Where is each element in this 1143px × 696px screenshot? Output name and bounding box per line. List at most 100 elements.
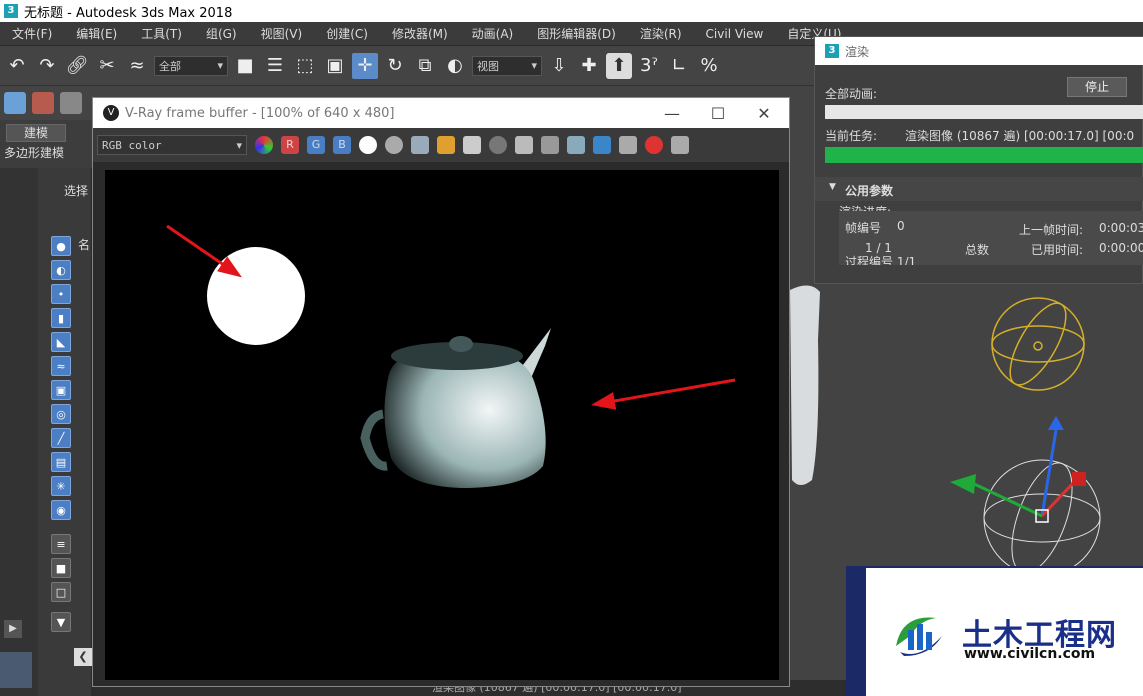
menu-views[interactable]: 视图(V) xyxy=(249,25,315,42)
collapse-arrow-icon[interactable]: ❮ xyxy=(74,648,92,666)
chevron-down-icon: ▾ xyxy=(217,59,223,72)
menu-civil-view[interactable]: Civil View xyxy=(694,27,776,41)
display-geometry-icon[interactable]: ● xyxy=(51,236,71,256)
maximize-icon[interactable]: ☐ xyxy=(695,98,741,128)
color-wheel-icon[interactable] xyxy=(255,136,273,154)
display-containers-icon[interactable]: ▤ xyxy=(51,452,71,472)
rect-selection-icon[interactable]: ⬚ xyxy=(292,53,318,79)
menu-edit[interactable]: 编辑(E) xyxy=(64,25,129,42)
render-setup-icon[interactable] xyxy=(32,92,54,114)
save-image-icon[interactable] xyxy=(411,136,429,154)
channel-dropdown[interactable]: RGB color ▾ xyxy=(97,135,247,155)
follow-mouse-icon[interactable] xyxy=(541,136,559,154)
undo-icon[interactable]: ↶ xyxy=(4,53,30,79)
green-channel-button[interactable]: G xyxy=(307,136,325,154)
chevron-down-icon: ▾ xyxy=(531,59,537,72)
track-mouse-icon[interactable] xyxy=(489,136,507,154)
task-progress-bar xyxy=(825,147,1143,163)
last-frame-time-label: 上一帧时间: xyxy=(1019,223,1084,237)
move-icon[interactable]: ✛ xyxy=(352,52,378,79)
render-teapot-icon[interactable] xyxy=(567,136,585,154)
vray-frame-buffer-window: V V-Ray frame buffer - [100% of 640 x 48… xyxy=(92,97,790,687)
layer-list-icon[interactable]: ≡ xyxy=(51,534,71,554)
vfb-title: V-Ray frame buffer - [100% of 640 x 480] xyxy=(125,105,395,121)
frame-number-value: 0 xyxy=(897,219,905,233)
render-last-icon[interactable] xyxy=(671,136,689,154)
app-title: 无标题 - Autodesk 3ds Max 2018 xyxy=(24,5,233,21)
display-cameras-icon[interactable]: ▮ xyxy=(51,308,71,328)
teapot-icon[interactable] xyxy=(4,92,26,114)
duplicate-to-max-icon[interactable] xyxy=(463,136,481,154)
region-render-icon[interactable] xyxy=(515,136,533,154)
scale-icon[interactable]: ⧉ xyxy=(412,53,438,79)
menu-create[interactable]: 创建(C) xyxy=(314,25,380,42)
ribbon-tab-modeling[interactable]: 建模 xyxy=(6,124,66,142)
minimize-icon[interactable]: — xyxy=(649,98,695,128)
red-channel-button[interactable]: R xyxy=(281,136,299,154)
menu-file[interactable]: 文件(F) xyxy=(0,25,64,42)
snaps-toggle-icon[interactable]: 3ˀ xyxy=(636,53,662,79)
menu-tools[interactable]: 工具(T) xyxy=(129,25,194,42)
all-animation-label: 全部动画: xyxy=(825,87,878,101)
link-icon[interactable]: 🔗︎ xyxy=(64,53,90,79)
load-image-icon[interactable] xyxy=(437,136,455,154)
menu-modifiers[interactable]: 修改器(M) xyxy=(380,25,460,42)
display-helpers-icon[interactable]: ◣ xyxy=(51,332,71,352)
reference-coord-dropdown[interactable]: 视图 ▾ xyxy=(472,55,542,76)
layer-solid-icon[interactable]: ■ xyxy=(51,558,71,578)
place-icon[interactable]: ◐ xyxy=(442,53,468,79)
mono-icon[interactable] xyxy=(385,136,403,154)
stop-render-icon[interactable] xyxy=(645,136,663,154)
material-editor-icon[interactable] xyxy=(60,92,82,114)
display-groups-icon[interactable]: ▣ xyxy=(51,380,71,400)
filter-funnel-icon[interactable]: ▼ xyxy=(51,612,71,632)
display-xrefs-icon[interactable]: ◎ xyxy=(51,404,71,424)
menu-rendering[interactable]: 渲染(R) xyxy=(628,25,694,42)
show-history-icon[interactable] xyxy=(619,136,637,154)
gizmo-box-x xyxy=(1072,472,1086,486)
angle-snap-icon[interactable]: ∟ xyxy=(666,53,692,79)
common-params-title: 公用参数 xyxy=(845,184,894,198)
common-params-rollout[interactable]: ▼ 公用参数 xyxy=(815,177,1143,201)
render-dialog-title-bar[interactable]: 3 渲染 xyxy=(815,37,1143,65)
expand-arrow-icon[interactable]: ▶ xyxy=(4,620,22,638)
vfb-title-bar[interactable]: V V-Ray frame buffer - [100% of 640 x 48… xyxy=(93,98,789,128)
pivot-center-icon[interactable]: ⇩ xyxy=(546,53,572,79)
display-particles-icon[interactable]: ✳ xyxy=(51,476,71,496)
teapot-render xyxy=(360,328,551,488)
selection-filter-dropdown[interactable]: 全部 ▾ xyxy=(154,55,228,76)
ribbon-polygon-modeling[interactable]: 多边形建模 xyxy=(4,144,64,161)
layer-text-icon[interactable]: □ xyxy=(51,582,71,602)
menu-group[interactable]: 组(G) xyxy=(194,25,249,42)
select-label[interactable]: 选择 xyxy=(64,182,88,199)
lens-effects-icon[interactable] xyxy=(593,136,611,154)
display-spacewarps-icon[interactable]: ≈ xyxy=(51,356,71,376)
unlink-icon[interactable]: ✂ xyxy=(94,53,120,79)
menu-graph-editors[interactable]: 图形编辑器(D) xyxy=(525,25,628,42)
window-crossing-icon[interactable]: ▣ xyxy=(322,53,348,79)
display-shapes-icon[interactable]: ◐ xyxy=(51,260,71,280)
blue-channel-button[interactable]: B xyxy=(333,136,351,154)
rollout-collapse-icon[interactable]: ▼ xyxy=(829,182,836,192)
current-task-label: 当前任务: xyxy=(825,129,878,143)
select-by-name-icon[interactable]: ☰ xyxy=(262,53,288,79)
close-icon[interactable]: ✕ xyxy=(741,98,787,128)
keyboard-shortcut-icon[interactable]: ⬆ xyxy=(606,52,632,79)
display-lights-icon[interactable]: • xyxy=(51,284,71,304)
bind-spacewarp-icon[interactable]: ≈ xyxy=(124,53,150,79)
select-object-icon[interactable]: ■ xyxy=(232,53,258,79)
percent-snap-icon[interactable]: % xyxy=(696,53,722,79)
selection-filter-value: 全部 xyxy=(159,59,181,73)
display-visible-icon[interactable]: ◉ xyxy=(51,500,71,520)
cut-off-row-text: 过程编号 1/1 xyxy=(845,255,917,265)
red-arrow-light xyxy=(166,224,242,278)
panel-tab[interactable] xyxy=(0,652,32,688)
stop-button[interactable]: 停止 xyxy=(1067,77,1127,97)
render-canvas[interactable] xyxy=(105,170,779,680)
display-bones-icon[interactable]: ╱ xyxy=(51,428,71,448)
alpha-white-icon[interactable] xyxy=(359,136,377,154)
menu-animation[interactable]: 动画(A) xyxy=(460,25,526,42)
select-manipulate-icon[interactable]: ✚ xyxy=(576,53,602,79)
rotate-icon[interactable]: ↻ xyxy=(382,53,408,79)
redo-icon[interactable]: ↷ xyxy=(34,53,60,79)
